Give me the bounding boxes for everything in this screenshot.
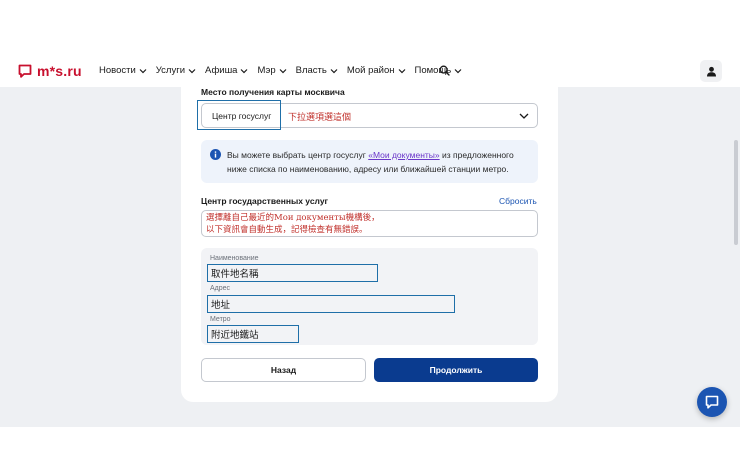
- chat-icon: [705, 395, 719, 409]
- my-documents-link[interactable]: «Мои документы»: [368, 150, 439, 160]
- annotation-center-note: 選擇離自己最近的Мои документы機構後， 以下資訊會自動生成，記得檢查…: [206, 213, 380, 235]
- nav-item-label: Новости: [99, 65, 136, 76]
- service-center-label: Центр государственных услуг: [201, 196, 329, 206]
- page-scrollbar[interactable]: [734, 140, 738, 245]
- user-profile-button[interactable]: [700, 60, 722, 82]
- address-annotation-box: 地址: [207, 295, 455, 313]
- nav-item-label: Мэр: [257, 65, 276, 76]
- chevron-down-icon: [188, 68, 196, 73]
- search-icon[interactable]: [439, 65, 450, 76]
- continue-button[interactable]: Продолжить: [374, 358, 538, 382]
- reset-link[interactable]: Сбросить: [499, 196, 537, 206]
- back-button[interactable]: Назад: [201, 358, 366, 382]
- nav-item-label: Власть: [295, 65, 327, 76]
- name-value: 取件地名稱: [211, 269, 259, 280]
- chevron-down-icon: [241, 68, 248, 73]
- info-box: Вы можете выбрать центр госуслуг «Мои до…: [201, 140, 538, 183]
- annotation-highlight-box: [197, 100, 281, 130]
- chat-bubble-logo-icon: [18, 64, 32, 78]
- name-label: Наименование: [210, 255, 259, 262]
- top-navigation-bar: m*s.ru Новости Услуги Афиша Мэр Власть М…: [0, 55, 740, 87]
- nav-item-label: Мой район: [346, 65, 395, 76]
- main-nav: Новости Услуги Афиша Мэр Власть Мой райо…: [99, 65, 462, 76]
- info-icon: [210, 149, 221, 160]
- name-annotation-box: 取件地名稱: [207, 264, 378, 282]
- chevron-down-icon: [139, 68, 147, 73]
- nav-item-news[interactable]: Новости: [99, 65, 147, 76]
- center-details-panel: Наименование 取件地名稱 Адрес 地址 Метро 附近地鐵站: [201, 248, 538, 345]
- info-text-prefix: Вы можете выбрать центр госуслуг: [227, 150, 369, 160]
- chevron-down-icon: [279, 68, 287, 73]
- form-card: Место получения карты москвича Центр гос…: [181, 87, 558, 402]
- nav-item-services[interactable]: Услуги: [156, 65, 196, 76]
- metro-annotation-box: 附近地鐵站: [207, 325, 299, 343]
- metro-label: Метро: [210, 316, 231, 323]
- nav-item-label: Афиша: [205, 65, 238, 76]
- metro-value: 附近地鐵站: [211, 330, 259, 341]
- info-text: Вы можете выбрать центр госуслуг «Мои до…: [227, 148, 531, 176]
- nav-item-afisha[interactable]: Афиша: [205, 65, 248, 76]
- nav-item-mayor[interactable]: Мэр: [257, 65, 287, 76]
- chevron-down-icon: [398, 68, 405, 73]
- user-icon: [706, 66, 716, 76]
- chat-button[interactable]: [697, 387, 727, 417]
- service-center-field[interactable]: 選擇離自己最近的Мои документы機構後， 以下資訊會自動生成，記得檢查…: [201, 210, 538, 237]
- nav-item-label: Услуги: [155, 65, 185, 76]
- nav-item-my-district[interactable]: Мой район: [347, 65, 406, 76]
- nav-item-government[interactable]: Власть: [296, 65, 338, 76]
- chevron-down-icon: [519, 113, 529, 119]
- address-label: Адрес: [210, 285, 231, 292]
- mos-ru-logo[interactable]: m*s.ru: [18, 63, 82, 79]
- logo-text: m*s.ru: [37, 63, 82, 79]
- place-label: Место получения карты москвича: [201, 87, 345, 97]
- address-value: 地址: [211, 300, 231, 311]
- annotation-select-note: 下拉選項選這個: [288, 113, 352, 123]
- chevron-down-icon: [454, 68, 462, 73]
- chevron-down-icon: [330, 68, 338, 73]
